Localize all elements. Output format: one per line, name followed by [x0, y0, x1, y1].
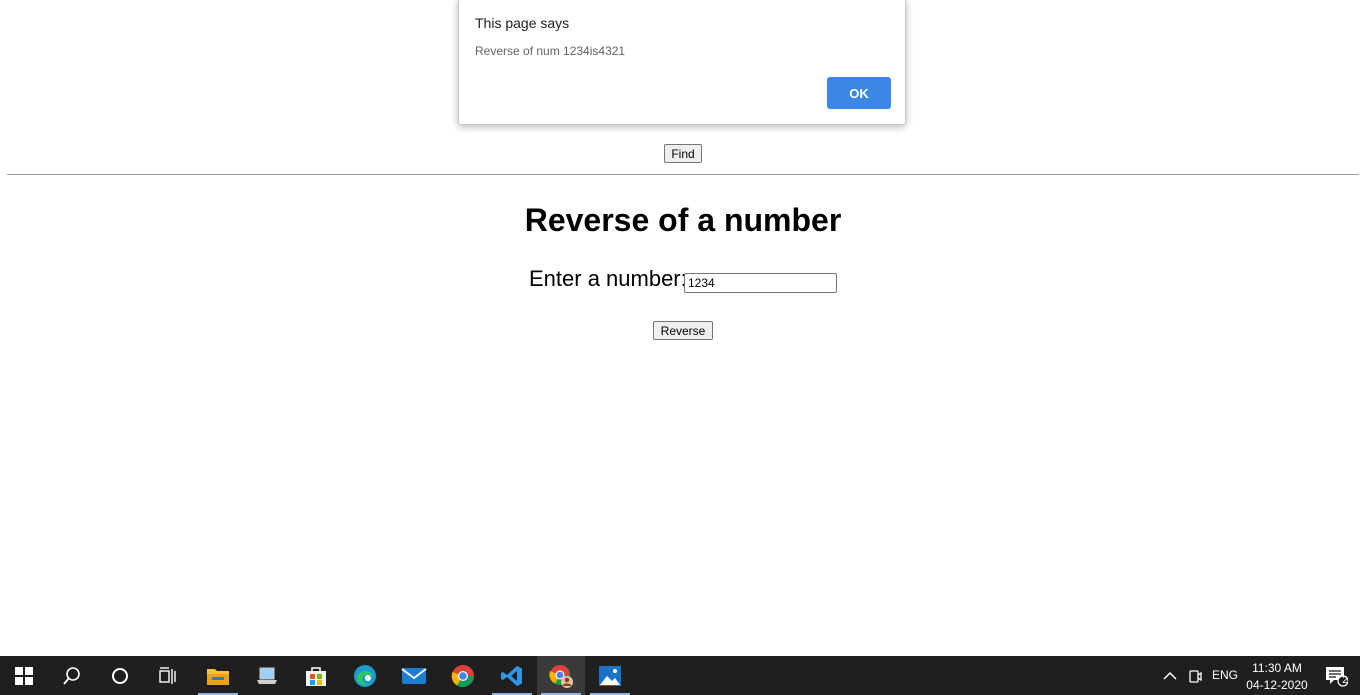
dialog-message: Reverse of num 1234is4321	[475, 44, 626, 58]
mail-icon[interactable]	[390, 656, 438, 695]
file-explorer-icon[interactable]	[194, 656, 242, 695]
vscode-icon[interactable]	[488, 656, 536, 695]
dialog-title: This page says	[475, 15, 570, 31]
clock-date: 04-12-2020	[1246, 678, 1308, 692]
number-input[interactable]	[684, 273, 837, 293]
search-icon[interactable]	[48, 656, 96, 695]
cortana-icon[interactable]	[96, 656, 144, 695]
clock[interactable]: 11:30 AM 04-12-2020	[1244, 660, 1310, 694]
language-indicator[interactable]: ENG	[1212, 668, 1238, 682]
edge-icon[interactable]	[341, 656, 389, 695]
chevron-up-icon[interactable]	[1158, 656, 1182, 695]
task-view-icon[interactable]	[144, 656, 192, 695]
windows-start-icon[interactable]	[0, 656, 48, 695]
laptop-app-icon[interactable]	[243, 656, 291, 695]
divider	[7, 174, 1359, 175]
photos-icon[interactable]	[586, 656, 634, 695]
ok-button[interactable]: OK	[827, 77, 891, 109]
meet-now-icon[interactable]	[1183, 656, 1207, 695]
find-button[interactable]: Find	[664, 144, 702, 163]
notification-count: 2	[1342, 675, 1348, 686]
chrome-icon[interactable]	[439, 656, 487, 695]
alert-dialog: This page says Reverse of num 1234is4321…	[458, 0, 906, 125]
store-icon[interactable]	[292, 656, 340, 695]
page-title: Reverse of a number	[524, 202, 842, 238]
chrome-profile-icon[interactable]	[537, 656, 585, 695]
number-label: Enter a number:	[529, 266, 687, 291]
taskbar: ENG 11:30 AM 04-12-2020 2	[0, 656, 1360, 695]
clock-time: 11:30 AM	[1252, 661, 1302, 675]
notification-center-icon[interactable]: 2	[1312, 656, 1360, 695]
reverse-button[interactable]: Reverse	[653, 321, 713, 340]
